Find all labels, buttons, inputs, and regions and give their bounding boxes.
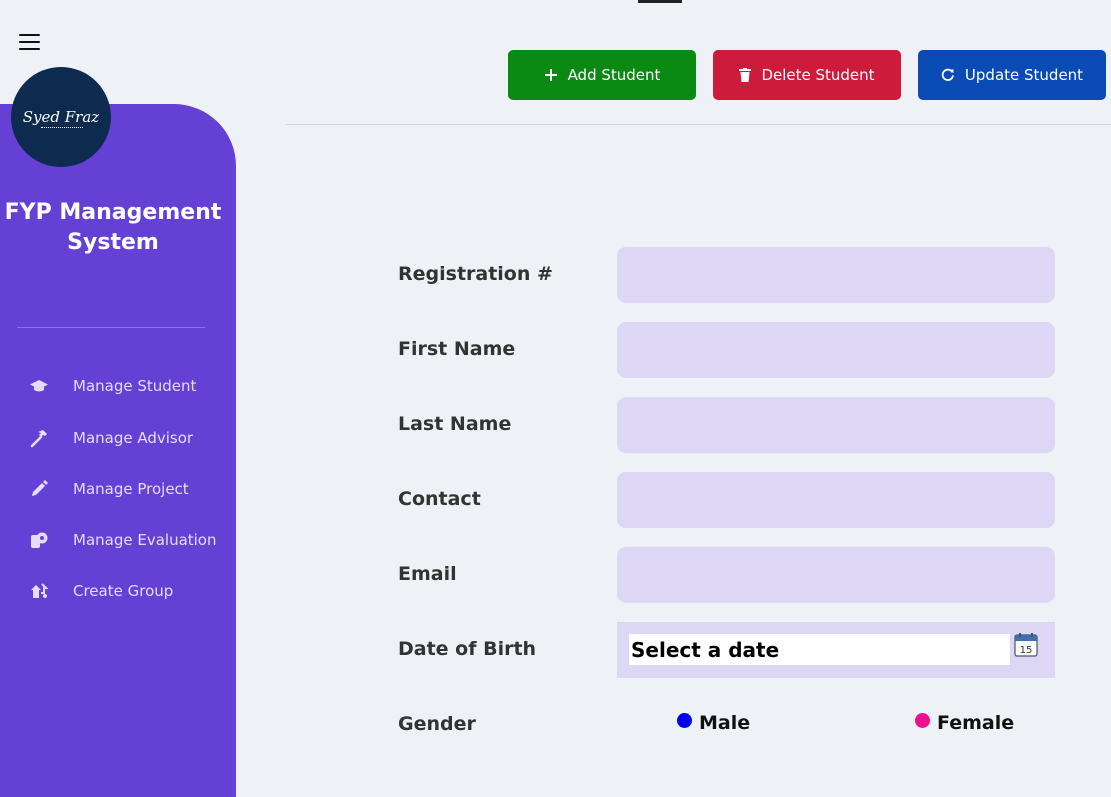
logo-underline	[41, 127, 83, 130]
logo: Syed Fraz	[11, 67, 111, 167]
app-title: FYP Management System	[0, 198, 226, 258]
add-student-button[interactable]: Add Student	[508, 50, 696, 100]
email-input[interactable]	[617, 547, 1055, 603]
app-title-text: FYP Management System	[4, 200, 222, 255]
svg-text:15: 15	[1020, 645, 1033, 656]
sidebar-item-manage-evaluation[interactable]: Manage Evaluation	[0, 520, 236, 560]
update-student-button[interactable]: Update Student	[918, 50, 1106, 100]
hamburger-line	[19, 34, 40, 37]
sidebar-item-manage-student[interactable]: Manage Student	[0, 366, 236, 406]
sidebar-item-label: Manage Student	[73, 377, 197, 395]
gender-label: Gender	[398, 713, 476, 735]
sidebar-item-label: Create Group	[73, 582, 174, 600]
hammer-icon	[28, 427, 50, 449]
registration-input[interactable]	[617, 247, 1055, 303]
date-picker: Select a date 15	[617, 622, 1055, 678]
delete-student-label: Delete Student	[761, 66, 875, 84]
add-student-label: Add Student	[567, 66, 661, 84]
update-student-label: Update Student	[964, 66, 1084, 84]
gender-male-radio[interactable]: Male	[677, 712, 750, 734]
radio-dot-female	[915, 712, 930, 728]
email-label: Email	[398, 563, 457, 585]
date-placeholder: Select a date	[631, 637, 780, 662]
radio-dot-male	[677, 712, 692, 728]
sidebar-item-manage-project[interactable]: Manage Project	[0, 469, 236, 509]
contact-label: Contact	[398, 488, 481, 510]
dob-label: Date of Birth	[398, 638, 537, 660]
first-name-input[interactable]	[617, 322, 1055, 378]
plus-icon	[544, 68, 558, 82]
top-indicator	[638, 0, 682, 3]
sidebar-item-manage-advisor[interactable]: Manage Advisor	[0, 418, 236, 458]
logo-text: Syed Fraz	[22, 108, 100, 126]
sidebar-item-label: Manage Evaluation	[73, 531, 217, 549]
delete-student-button[interactable]: Delete Student	[713, 50, 901, 100]
sidebar-item-create-group[interactable]: Create Group	[0, 571, 236, 611]
menu-toggle-button[interactable]	[19, 34, 40, 50]
graduation-cap-icon	[28, 375, 50, 397]
registration-label: Registration #	[398, 263, 553, 285]
gender-female-radio[interactable]: Female	[915, 712, 1014, 734]
evaluation-icon	[28, 529, 50, 551]
last-name-label: Last Name	[398, 413, 512, 435]
gender-male-label: Male	[699, 712, 751, 734]
hamburger-line	[19, 47, 40, 50]
group-icon	[28, 580, 50, 602]
sidebar-item-label: Manage Advisor	[73, 429, 194, 447]
hamburger-line	[19, 40, 40, 44]
app-window: Syed Fraz FYP Management System Manage S…	[0, 0, 1111, 797]
last-name-input[interactable]	[617, 397, 1055, 453]
trash-icon	[739, 68, 752, 82]
sidebar-item-label: Manage Project	[73, 480, 189, 498]
toolbar-divider	[286, 124, 1111, 125]
pen-icon	[28, 478, 50, 500]
refresh-icon	[941, 68, 955, 82]
contact-input[interactable]	[617, 472, 1055, 528]
gender-female-label: Female	[937, 712, 1015, 734]
first-name-label: First Name	[398, 338, 516, 360]
calendar-icon[interactable]: 15	[1014, 633, 1038, 657]
date-input[interactable]: Select a date	[629, 634, 1010, 665]
sidebar-divider	[17, 327, 205, 328]
